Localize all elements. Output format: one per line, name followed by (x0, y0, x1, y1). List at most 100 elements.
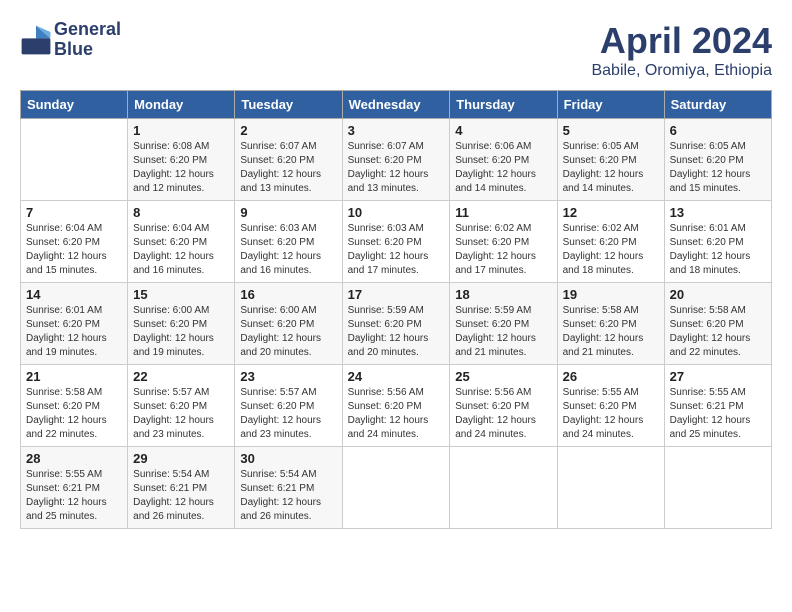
calendar-cell: 12 Sunrise: 6:02 AMSunset: 6:20 PMDayligh… (557, 201, 664, 283)
day-info: Sunrise: 6:05 AMSunset: 6:20 PMDaylight:… (563, 140, 659, 196)
day-info: Sunrise: 6:08 AMSunset: 6:20 PMDaylight:… (133, 140, 229, 196)
day-number: 25 (455, 369, 551, 384)
day-number: 15 (133, 287, 229, 302)
day-info: Sunrise: 5:59 AMSunset: 6:20 PMDaylight:… (455, 304, 551, 360)
calendar-cell: 24 Sunrise: 5:56 AMSunset: 6:20 PMDayligh… (342, 365, 450, 447)
calendar-cell: 15 Sunrise: 6:00 AMSunset: 6:20 PMDayligh… (128, 283, 235, 365)
day-info: Sunrise: 6:05 AMSunset: 6:20 PMDaylight:… (670, 140, 766, 196)
calendar-cell (342, 447, 450, 529)
location-title: Babile, Oromiya, Ethiopia (591, 62, 772, 80)
calendar-cell: 29 Sunrise: 5:54 AMSunset: 6:21 PMDayligh… (128, 447, 235, 529)
day-number: 4 (455, 123, 551, 138)
day-info: Sunrise: 5:55 AMSunset: 6:20 PMDaylight:… (563, 386, 659, 442)
calendar-cell: 5 Sunrise: 6:05 AMSunset: 6:20 PMDaylight… (557, 119, 664, 201)
day-info: Sunrise: 6:01 AMSunset: 6:20 PMDaylight:… (670, 222, 766, 278)
day-number: 16 (240, 287, 336, 302)
calendar-cell: 18 Sunrise: 5:59 AMSunset: 6:20 PMDayligh… (450, 283, 557, 365)
calendar-week-3: 14 Sunrise: 6:01 AMSunset: 6:20 PMDayligh… (21, 283, 772, 365)
day-number: 7 (26, 205, 122, 220)
header: General Blue April 2024 Babile, Oromiya,… (20, 20, 772, 80)
day-number: 6 (670, 123, 766, 138)
logo-icon (20, 24, 52, 56)
calendar-cell: 26 Sunrise: 5:55 AMSunset: 6:20 PMDayligh… (557, 365, 664, 447)
day-info: Sunrise: 5:58 AMSunset: 6:20 PMDaylight:… (26, 386, 122, 442)
calendar-cell: 21 Sunrise: 5:58 AMSunset: 6:20 PMDayligh… (21, 365, 128, 447)
day-number: 11 (455, 205, 551, 220)
day-number: 8 (133, 205, 229, 220)
day-number: 30 (240, 451, 336, 466)
day-info: Sunrise: 5:58 AMSunset: 6:20 PMDaylight:… (563, 304, 659, 360)
day-info: Sunrise: 6:03 AMSunset: 6:20 PMDaylight:… (240, 222, 336, 278)
day-info: Sunrise: 6:02 AMSunset: 6:20 PMDaylight:… (455, 222, 551, 278)
day-number: 18 (455, 287, 551, 302)
calendar-week-2: 7 Sunrise: 6:04 AMSunset: 6:20 PMDaylight… (21, 201, 772, 283)
calendar-cell: 22 Sunrise: 5:57 AMSunset: 6:20 PMDayligh… (128, 365, 235, 447)
day-number: 23 (240, 369, 336, 384)
header-day-saturday: Saturday (664, 91, 771, 119)
day-number: 20 (670, 287, 766, 302)
day-info: Sunrise: 5:57 AMSunset: 6:20 PMDaylight:… (240, 386, 336, 442)
day-number: 22 (133, 369, 229, 384)
calendar-cell: 10 Sunrise: 6:03 AMSunset: 6:20 PMDayligh… (342, 201, 450, 283)
calendar-cell: 2 Sunrise: 6:07 AMSunset: 6:20 PMDaylight… (235, 119, 342, 201)
calendar-cell: 11 Sunrise: 6:02 AMSunset: 6:20 PMDayligh… (450, 201, 557, 283)
calendar-cell: 6 Sunrise: 6:05 AMSunset: 6:20 PMDaylight… (664, 119, 771, 201)
day-number: 10 (348, 205, 445, 220)
day-info: Sunrise: 5:54 AMSunset: 6:21 PMDaylight:… (133, 468, 229, 524)
day-info: Sunrise: 5:55 AMSunset: 6:21 PMDaylight:… (670, 386, 766, 442)
calendar-cell: 7 Sunrise: 6:04 AMSunset: 6:20 PMDaylight… (21, 201, 128, 283)
day-number: 26 (563, 369, 659, 384)
day-info: Sunrise: 6:00 AMSunset: 6:20 PMDaylight:… (133, 304, 229, 360)
day-number: 28 (26, 451, 122, 466)
day-number: 1 (133, 123, 229, 138)
day-number: 12 (563, 205, 659, 220)
calendar-cell: 13 Sunrise: 6:01 AMSunset: 6:20 PMDayligh… (664, 201, 771, 283)
day-info: Sunrise: 5:56 AMSunset: 6:20 PMDaylight:… (348, 386, 445, 442)
day-number: 24 (348, 369, 445, 384)
calendar-cell: 17Sunrise: 5:59 AMSunset: 6:20 PMDayligh… (342, 283, 450, 365)
header-day-tuesday: Tuesday (235, 91, 342, 119)
day-info: Sunrise: 6:04 AMSunset: 6:20 PMDaylight:… (133, 222, 229, 278)
day-info: Sunrise: 5:58 AMSunset: 6:20 PMDaylight:… (670, 304, 766, 360)
day-info: Sunrise: 6:04 AMSunset: 6:20 PMDaylight:… (26, 222, 122, 278)
calendar-cell (557, 447, 664, 529)
calendar-cell: 1 Sunrise: 6:08 AMSunset: 6:20 PMDaylight… (128, 119, 235, 201)
day-number: 3 (348, 123, 445, 138)
day-info: Sunrise: 6:06 AMSunset: 6:20 PMDaylight:… (455, 140, 551, 196)
calendar-cell: 16 Sunrise: 6:00 AMSunset: 6:20 PMDayligh… (235, 283, 342, 365)
day-info: Sunrise: 6:01 AMSunset: 6:20 PMDaylight:… (26, 304, 122, 360)
day-number: 27 (670, 369, 766, 384)
day-info: Sunrise: 6:00 AMSunset: 6:20 PMDaylight:… (240, 304, 336, 360)
day-info: Sunrise: 6:03 AMSunset: 6:20 PMDaylight:… (348, 222, 445, 278)
calendar-cell: 23 Sunrise: 5:57 AMSunset: 6:20 PMDayligh… (235, 365, 342, 447)
month-title: April 2024 (591, 20, 772, 62)
header-day-monday: Monday (128, 91, 235, 119)
day-number: 13 (670, 205, 766, 220)
header-day-friday: Friday (557, 91, 664, 119)
calendar-cell: 19Sunrise: 5:58 AMSunset: 6:20 PMDayligh… (557, 283, 664, 365)
day-number: 2 (240, 123, 336, 138)
calendar-cell: 20 Sunrise: 5:58 AMSunset: 6:20 PMDayligh… (664, 283, 771, 365)
day-info: Sunrise: 5:54 AMSunset: 6:21 PMDaylight:… (240, 468, 336, 524)
day-number: 5 (563, 123, 659, 138)
day-info: Sunrise: 5:57 AMSunset: 6:20 PMDaylight:… (133, 386, 229, 442)
day-number: 21 (26, 369, 122, 384)
day-number: 29 (133, 451, 229, 466)
calendar-week-4: 21 Sunrise: 5:58 AMSunset: 6:20 PMDayligh… (21, 365, 772, 447)
day-info: Sunrise: 6:07 AMSunset: 6:20 PMDaylight:… (240, 140, 336, 196)
day-info: Sunrise: 6:02 AMSunset: 6:20 PMDaylight:… (563, 222, 659, 278)
calendar-cell: 28Sunrise: 5:55 AMSunset: 6:21 PMDayligh… (21, 447, 128, 529)
logo: General Blue (20, 20, 121, 60)
calendar-cell: 8 Sunrise: 6:04 AMSunset: 6:20 PMDaylight… (128, 201, 235, 283)
calendar-cell: 14 Sunrise: 6:01 AMSunset: 6:20 PMDayligh… (21, 283, 128, 365)
calendar-week-5: 28Sunrise: 5:55 AMSunset: 6:21 PMDayligh… (21, 447, 772, 529)
calendar-week-1: 1 Sunrise: 6:08 AMSunset: 6:20 PMDaylight… (21, 119, 772, 201)
day-number: 14 (26, 287, 122, 302)
calendar-cell (664, 447, 771, 529)
calendar-cell: 9 Sunrise: 6:03 AMSunset: 6:20 PMDaylight… (235, 201, 342, 283)
header-day-thursday: Thursday (450, 91, 557, 119)
calendar-cell (450, 447, 557, 529)
day-info: Sunrise: 5:56 AMSunset: 6:20 PMDaylight:… (455, 386, 551, 442)
day-number: 9 (240, 205, 336, 220)
calendar-cell: 3Sunrise: 6:07 AMSunset: 6:20 PMDaylight… (342, 119, 450, 201)
